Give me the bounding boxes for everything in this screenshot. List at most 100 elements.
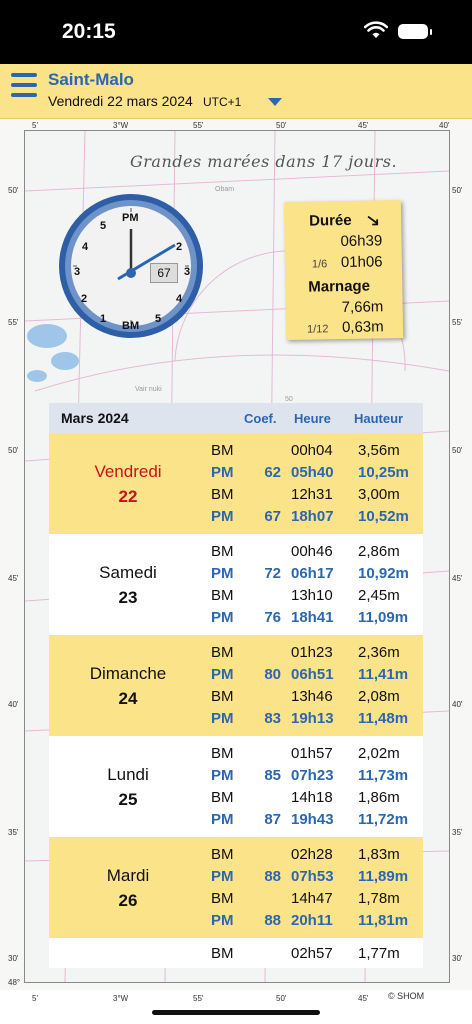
map-coord-bottom: 5' [32, 994, 38, 1003]
tide-type: PM [211, 868, 234, 885]
tide-time: 18h07 [291, 508, 334, 525]
range-value: 7,66m [341, 298, 384, 317]
tide-height: 1,83m [358, 846, 400, 863]
tide-time: 06h17 [291, 565, 334, 582]
tide-time: 14h18 [291, 789, 333, 806]
map-coord-right: 40' [452, 700, 463, 709]
map-coord-top: 40' [439, 121, 450, 130]
tide-time: 01h23 [291, 644, 333, 661]
tide-row: PM 76 18h41 11,09m [49, 607, 423, 629]
tide-height: 3,56m [358, 442, 400, 459]
duration-fraction-value: 01h06 [340, 253, 383, 272]
tide-coef: 80 [264, 666, 281, 683]
clock-number: 4 [176, 293, 183, 305]
tide-row: PM 85 07h23 11,73m [49, 765, 423, 787]
chevron-down-icon[interactable] [268, 98, 282, 106]
map-coord-left: 55' [8, 318, 19, 327]
tide-type: BM [211, 745, 234, 762]
map-coord-right: 45' [452, 574, 463, 583]
port-name[interactable]: Saint-Malo [48, 70, 134, 90]
tide-height: 10,92m [358, 565, 409, 582]
svg-text:50: 50 [285, 396, 293, 403]
tide-time: 13h10 [291, 587, 333, 604]
tide-time: 05h40 [291, 464, 334, 481]
tide-type: PM [211, 912, 234, 929]
tide-coef: 88 [264, 912, 281, 929]
tide-time: 02h57 [291, 945, 333, 962]
day-block[interactable]: Lundi 25 BM 01h57 2,02m PM 85 07h23 11,73m BM… [49, 736, 423, 837]
tide-type: BM [211, 945, 234, 962]
tide-type: PM [211, 565, 234, 582]
tide-row: PM 67 18h07 10,52m [49, 506, 423, 528]
tide-height: 11,89m [358, 868, 409, 885]
tide-table: Mars 2024 Coef. Heure Hauteur Vendredi 2… [49, 403, 423, 968]
svg-text:Vair nuki: Vair nuki [135, 386, 162, 393]
tide-row: BM 02h28 1,83m [49, 844, 423, 866]
home-indicator[interactable] [152, 1010, 320, 1015]
current-date[interactable]: Vendredi 22 mars 2024 [48, 93, 193, 109]
tide-height: 10,52m [358, 508, 409, 525]
day-block[interactable]: Vendredi 22 BM 00h04 3,56m PM 62 05h40 10,25m… [49, 433, 423, 534]
tide-type: PM [211, 710, 234, 727]
clock-number: 5 [155, 313, 162, 325]
tide-row: PM 88 20h11 11,81m [49, 910, 423, 932]
tide-time: 12h31 [291, 486, 333, 503]
clock-number: 1 [100, 313, 107, 325]
map-coord-right: 50' [452, 446, 463, 455]
column-header-heure: Heure [294, 411, 331, 426]
tide-type: BM [211, 890, 234, 907]
tide-time: 14h47 [291, 890, 333, 907]
tide-row: PM 87 19h43 11,72m [49, 809, 423, 831]
map-coord-top: 45' [358, 121, 369, 130]
day-block[interactable]: BM 02h57 1,77m [49, 938, 423, 968]
map-coord-bottom: 3°W [113, 994, 129, 1003]
wifi-icon [364, 21, 388, 38]
tide-info-note: Durée 06h39 1/6 01h06 Marnage 7,66m 1/12… [283, 199, 404, 341]
tide-row: BM 12h31 3,00m [49, 484, 423, 506]
tide-type: BM [211, 442, 234, 459]
day-block[interactable]: Mardi 26 BM 02h28 1,83m PM 88 07h53 11,89m BM… [49, 837, 423, 938]
map-coord-right: 50' [452, 186, 463, 195]
tide-time: 13h46 [291, 688, 333, 705]
tide-height: 3,00m [358, 486, 400, 503]
tide-type: PM [211, 464, 234, 481]
tide-height: 2,86m [358, 543, 400, 560]
day-block[interactable]: Samedi 23 BM 00h46 2,86m PM 72 06h17 10,92m B… [49, 534, 423, 635]
map-coord-top: 3°W [113, 121, 129, 130]
tide-row: BM 14h47 1,78m [49, 888, 423, 910]
chart-credit: © SHOM [388, 991, 425, 1001]
column-header-coef: Coef. [244, 411, 277, 426]
tide-row: BM 01h23 2,36m [49, 642, 423, 664]
clock-bm-label: BM [122, 320, 140, 332]
day-block[interactable]: Dimanche 24 BM 01h23 2,36m PM 80 06h51 11,41m… [49, 635, 423, 736]
tide-coef: 88 [264, 868, 281, 885]
tide-height: 2,45m [358, 587, 400, 604]
menu-icon[interactable] [11, 73, 37, 105]
tide-row: BM 02h57 1,77m [49, 943, 423, 965]
tide-type: BM [211, 543, 234, 560]
tide-type: BM [211, 688, 234, 705]
tide-row: BM 00h04 3,56m [49, 440, 423, 462]
month-label: Mars 2024 [61, 410, 129, 426]
duration-label: Durée [308, 211, 352, 230]
tide-height: 1,78m [358, 890, 400, 907]
map-coord-top: 55' [193, 121, 204, 130]
spring-tide-banner: Grandes marées dans 17 jours. [130, 152, 398, 171]
tide-time: 00h04 [291, 442, 333, 459]
tide-coef: 85 [264, 767, 281, 784]
tide-height: 1,77m [358, 945, 400, 962]
column-header-hauteur: Hauteur [354, 411, 404, 426]
tide-time: 07h23 [291, 767, 334, 784]
map-coord-right: 30' [452, 954, 463, 963]
tide-coef: 67 [264, 508, 281, 525]
clock-coefficient: 67 [150, 263, 178, 283]
tide-type: BM [211, 587, 234, 604]
tide-height: 1,86m [358, 789, 400, 806]
map-coord-top: 50' [276, 121, 287, 130]
map-coord-left: 40' [8, 700, 19, 709]
map-coord-right: 55' [452, 318, 463, 327]
status-time: 20:15 [62, 20, 116, 43]
tide-time: 07h53 [291, 868, 334, 885]
tide-type: BM [211, 789, 234, 806]
tide-time: 19h43 [291, 811, 334, 828]
